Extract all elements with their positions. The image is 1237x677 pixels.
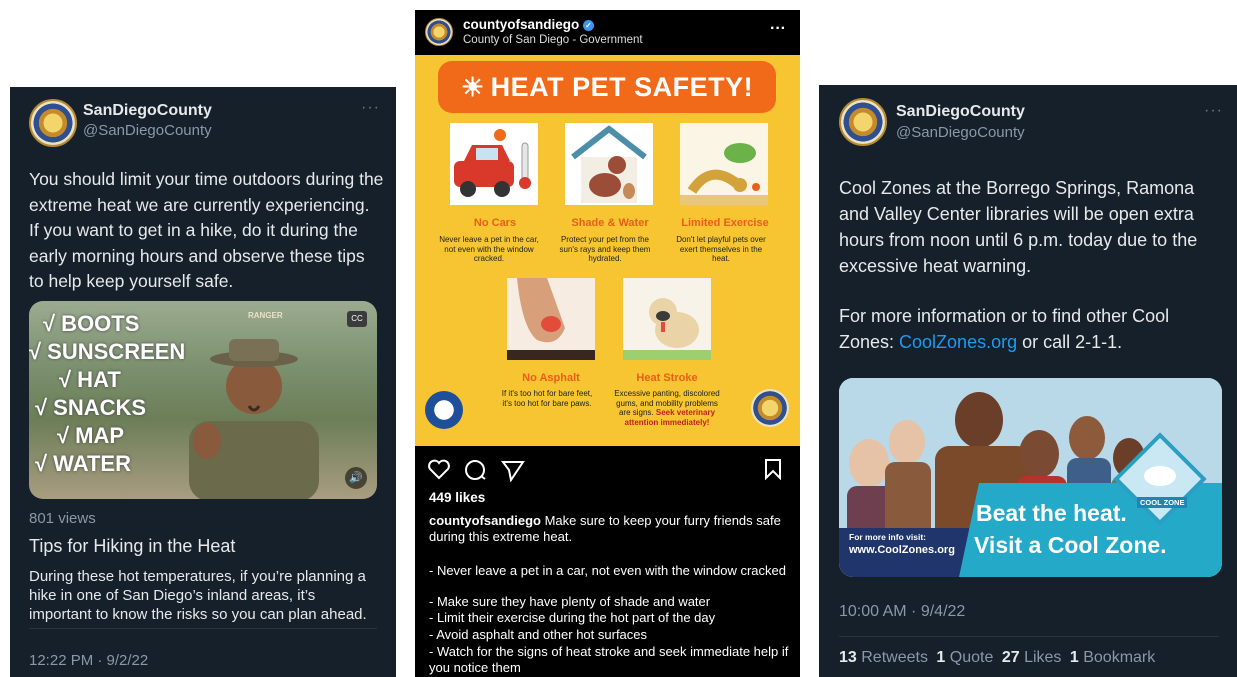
card-title-no-asphalt: No Asphalt	[522, 372, 580, 384]
caption-username[interactable]: countyofsandiego	[429, 513, 541, 528]
ig-caption: countyofsandiego Make sure to keep your …	[429, 513, 789, 544]
card-no-cars	[450, 123, 538, 205]
display-name[interactable]: SanDiegoCounty	[83, 102, 212, 120]
divider	[29, 628, 377, 629]
tweet-text: You should limit your time outdoors duri…	[29, 169, 384, 291]
ig-bullet: - Make sure they have plenty of shade an…	[429, 594, 711, 609]
info-label: For more info visit:	[849, 532, 926, 542]
heat-pet-safety-poster: ☀ HEAT PET SAFETY! No Cars Shade & Water…	[415, 55, 800, 446]
volume-icon[interactable]: 🔊	[345, 467, 367, 489]
user-handle[interactable]: @SanDiegoCounty	[83, 122, 212, 139]
poster-title: HEAT PET SAFETY!	[490, 72, 754, 102]
bookmark-count: 1	[1069, 649, 1079, 666]
tweet-hiking: SanDiegoCounty @SanDiegoCounty ··· You s…	[10, 87, 396, 677]
likes-label: Likes	[1024, 649, 1062, 666]
poster-banner: ☀ HEAT PET SAFETY!	[438, 61, 776, 113]
bookmark-label: Bookmark	[1083, 649, 1156, 666]
tweet-text: Cool Zones at the Borrego Springs, Ramon…	[839, 178, 1198, 276]
card-limited-exercise	[680, 123, 768, 205]
user-handle[interactable]: @SanDiegoCounty	[896, 124, 1025, 141]
bookmark-icon[interactable]	[764, 458, 782, 480]
captions-icon[interactable]: CC	[347, 311, 367, 327]
video-item: √ HAT	[59, 367, 121, 392]
timestamp[interactable]: 12:22 PM · 9/2/22	[29, 652, 148, 669]
ig-bullet: - Watch for the signs of heat stroke and…	[429, 644, 789, 675]
divider	[839, 636, 1219, 637]
engagement-stats: 13 Retweets 1 Quote 27 Likes 1 Bookmark	[839, 649, 1155, 667]
more-options-icon[interactable]: ···	[1204, 102, 1223, 120]
card-text-limited-exercise: Don't let playful pets over exert themse…	[676, 235, 766, 263]
more-options-icon[interactable]: ···	[770, 20, 786, 38]
timestamp[interactable]: 10:00 AM · 9/4/22	[839, 603, 965, 621]
display-name[interactable]: SanDiegoCounty	[896, 103, 1025, 121]
ig-bullet: - Never leave a pet in a car, not even w…	[429, 563, 786, 578]
video-item: √ WATER	[35, 451, 131, 476]
video-item: √ BOOTS	[43, 311, 140, 336]
card-shade-water	[565, 123, 653, 205]
heart-icon	[428, 459, 450, 480]
comment-icon	[465, 460, 486, 480]
card-no-asphalt	[507, 278, 595, 360]
county-seal-avatar[interactable]	[425, 18, 453, 46]
card-title-no-cars: No Cars	[473, 217, 517, 229]
share-icon	[501, 461, 525, 482]
card-title-shade-water: Shade & Water	[571, 217, 649, 229]
ranger-figure	[189, 339, 319, 499]
county-seal-avatar[interactable]	[839, 98, 887, 146]
view-count: 801 views	[29, 510, 96, 527]
car-thermometer-icon	[454, 129, 531, 197]
bookmark-stat[interactable]: 1 Bookmark	[1070, 649, 1155, 666]
verified-badge-icon: ✓	[583, 19, 595, 31]
quote-stat[interactable]: 1 Quote	[936, 649, 993, 666]
video-item: √ SNACKS	[35, 395, 147, 420]
headline-beat-heat: Beat the heat.	[976, 500, 1127, 526]
video-item: √ SUNSCREEN	[29, 339, 186, 364]
animal-services-logo	[425, 391, 463, 429]
ig-bullet: - Avoid asphalt and other hot surfaces	[429, 627, 648, 642]
retweets-label: Retweets	[861, 649, 928, 666]
retweets-stat[interactable]: 13 Retweets	[839, 649, 928, 666]
headline-visit-cool-zone: Visit a Cool Zone.	[974, 532, 1167, 558]
text-post: or call 2-1-1.	[1017, 332, 1123, 352]
cool-zone-image[interactable]: COOL ZONE Beat the heat. Visit a Cool Zo…	[839, 378, 1222, 577]
ig-action-icons	[428, 459, 525, 482]
like-count[interactable]: 449 likes	[429, 490, 485, 505]
tweet-cool-zones: SanDiegoCounty @SanDiegoCounty ··· Cool …	[819, 85, 1237, 677]
ig-username[interactable]: countyofsandiego ✓	[463, 17, 595, 32]
tweet-text-2: For more information or to find other Co…	[839, 303, 1219, 355]
stretching-dog-icon	[680, 123, 768, 205]
county-seal-logo	[751, 389, 789, 427]
dog-house-icon	[571, 125, 647, 203]
video-item: √ MAP	[57, 423, 125, 448]
card-text-heat-stroke: Excessive panting, discolored gums, and …	[611, 389, 723, 427]
quote-label: Quote	[949, 649, 994, 666]
card-text-no-cars: Never leave a pet in the car, not even w…	[439, 235, 539, 263]
card-description: During these hot temperatures, if you’re…	[29, 568, 367, 623]
likes-stat[interactable]: 27 Likes	[1002, 649, 1062, 666]
card-title-heat-stroke: Heat Stroke	[636, 372, 698, 384]
cool-zone-badge: COOL ZONE	[1137, 497, 1188, 508]
paw-asphalt-icon	[507, 278, 595, 360]
sun-icon: ☀	[460, 72, 485, 102]
ig-username-text[interactable]: countyofsandiego	[463, 17, 579, 32]
ig-bullet: - Limit their exercise during the hot pa…	[429, 610, 716, 625]
coolzones-link[interactable]: CoolZones.org	[899, 332, 1017, 352]
hat-text: RANGER	[248, 311, 283, 320]
likes-count: 27	[1001, 649, 1020, 666]
panting-pug-icon	[623, 278, 711, 360]
card-title-limited-exercise: Limited Exercise	[681, 217, 769, 229]
ig-subtitle: County of San Diego - Government	[463, 34, 643, 46]
info-url: www.CoolZones.org	[849, 544, 955, 556]
card-title[interactable]: Tips for Hiking in the Heat	[29, 536, 235, 557]
video-player[interactable]: RANGER √ BOOTS √ SUNSCREEN √ HAT √ SNACK…	[29, 301, 377, 499]
more-options-icon[interactable]: ···	[361, 99, 380, 117]
instagram-post: countyofsandiego ✓ County of San Diego -…	[415, 10, 800, 677]
retweets-count: 13	[839, 649, 857, 666]
county-seal-avatar[interactable]	[29, 99, 77, 147]
quote-count: 1	[936, 649, 946, 666]
card-heat-stroke	[623, 278, 711, 360]
card-text-shade-water: Protect your pet from the sun's rays and…	[559, 235, 651, 263]
card-text-no-asphalt: If it's too hot for bare feet, it's too …	[501, 389, 593, 408]
